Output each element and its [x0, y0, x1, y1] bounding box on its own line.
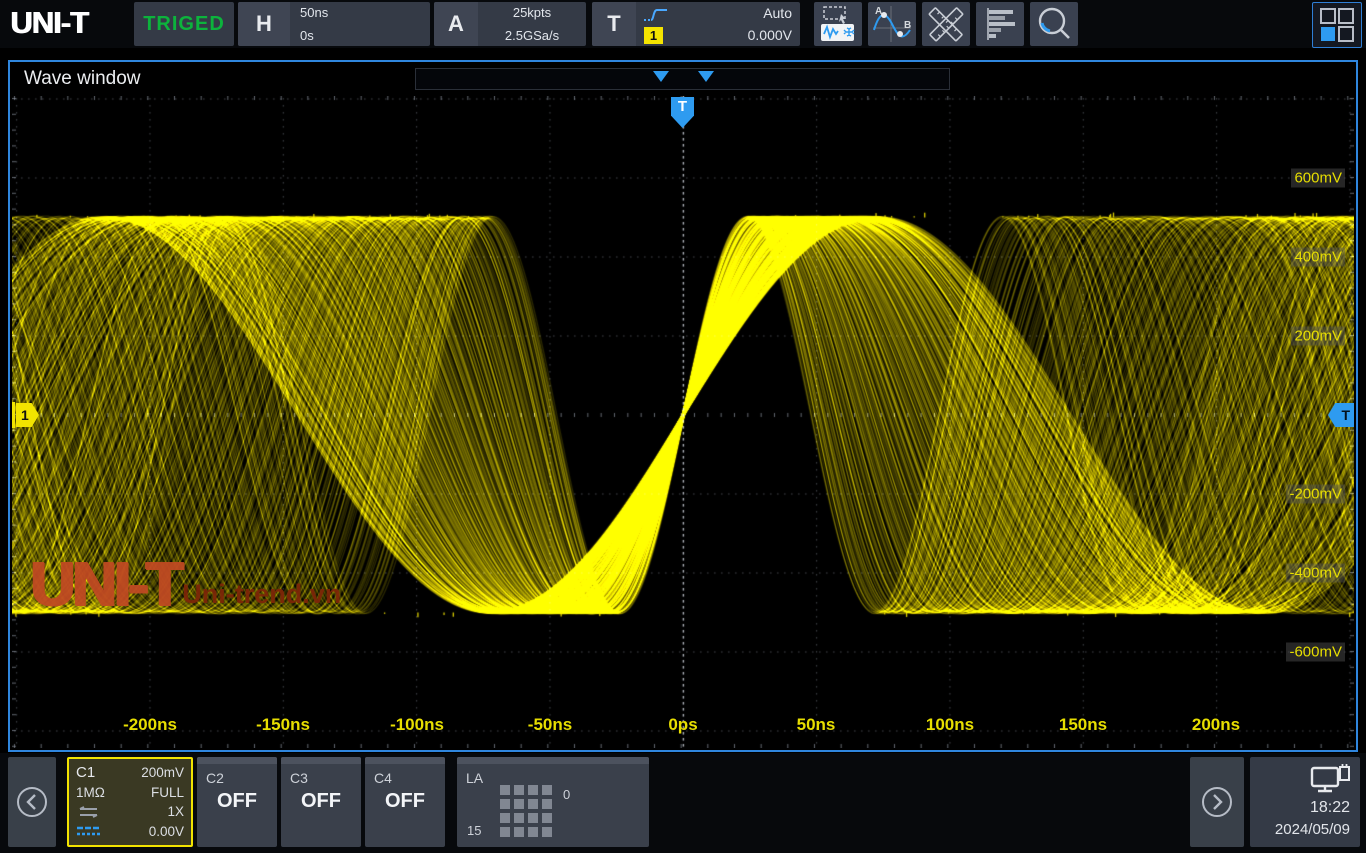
window-layout-button[interactable]	[1312, 2, 1362, 48]
graticule-area[interactable]: UNI-T Uni-trend.vn 600mV 400mV 200mV -20…	[12, 96, 1354, 748]
panel-strip	[365, 757, 445, 764]
trigger-label: T	[592, 2, 636, 46]
svg-text:B: B	[904, 20, 911, 31]
la-id: LA	[466, 770, 483, 786]
select-pan-icon	[817, 4, 859, 44]
x-axis-label: -200ns	[123, 715, 177, 735]
x-axis-label: 200ns	[1192, 715, 1240, 735]
wave-window: Wave window UNI-T Uni-trend.vn 600mV 400…	[8, 60, 1358, 752]
trigger-status-text: TRIGED	[134, 2, 234, 46]
svg-text:A: A	[875, 6, 882, 17]
channel-2-state: OFF	[197, 790, 277, 813]
wave-window-title: Wave window	[24, 68, 141, 90]
search-button[interactable]	[1030, 2, 1078, 46]
record-position-bar[interactable]	[415, 68, 950, 90]
chevron-right-icon	[1199, 784, 1235, 820]
top-status-bar: UNI-T TRIGED H 50ns 0s A 25kpts 2.5GSa/s…	[0, 0, 1366, 48]
channel-4-panel[interactable]: C4 OFF	[365, 757, 445, 847]
y-axis-label: 400mV	[1291, 248, 1345, 267]
select-pan-tool-button[interactable]	[814, 2, 862, 46]
trigger-level-value: 0.000V	[702, 27, 792, 43]
scroll-right-button[interactable]	[1190, 757, 1244, 847]
scroll-left-button[interactable]	[8, 757, 56, 847]
window-position-indicator-icon[interactable]	[698, 71, 714, 82]
measure-tool-button[interactable]	[922, 2, 970, 46]
channel-3-state: OFF	[281, 790, 361, 813]
channel-1-offset: 0.00V	[149, 824, 184, 839]
crossed-rulers-icon	[925, 4, 967, 44]
x-axis-label: 100ns	[926, 715, 974, 735]
statistics-button[interactable]	[976, 2, 1024, 46]
oscilloscope-screen: UNI-T TRIGED H 50ns 0s A 25kpts 2.5GSa/s…	[0, 0, 1366, 853]
cursor-measure-button[interactable]: A B	[868, 2, 916, 46]
watermark-logo-text: UNI-T	[30, 554, 180, 616]
horizontal-panel[interactable]: H 50ns 0s	[238, 2, 430, 46]
y-axis-label: -200mV	[1286, 485, 1345, 504]
channel-1-bandwidth: FULL	[151, 785, 184, 800]
channel-2-panel[interactable]: C2 OFF	[197, 757, 277, 847]
y-axis-label: 600mV	[1291, 169, 1345, 188]
trigger-position-indicator-icon[interactable]	[653, 71, 669, 82]
y-axis-label: -600mV	[1286, 643, 1345, 662]
chevron-left-icon	[14, 784, 50, 820]
acquire-panel[interactable]: A 25kpts 2.5GSa/s	[434, 2, 586, 46]
cursor-ab-icon: A B	[871, 4, 913, 44]
waveform-canvas[interactable]	[12, 96, 1354, 748]
histogram-bars-icon	[979, 4, 1021, 44]
window-grid-icon	[1318, 6, 1356, 44]
horizontal-label: H	[238, 2, 290, 46]
x-axis-label: 0ps	[668, 715, 697, 735]
acquire-label: A	[434, 2, 478, 46]
x-axis-label: -100ns	[390, 715, 444, 735]
system-status-panel[interactable]: 18:22 2024/05/09	[1250, 757, 1360, 847]
panel-strip	[281, 757, 361, 764]
clock-time: 18:22	[1310, 799, 1350, 817]
la-bit-grid-icon	[500, 785, 552, 837]
trigger-source-badge: 1	[644, 27, 663, 44]
la-bit-low: 15	[467, 823, 481, 838]
logic-analyzer-panel[interactable]: LA 0 15	[457, 757, 649, 847]
brand-logo: UNI-T	[10, 5, 88, 41]
search-magnifier-icon	[1033, 4, 1075, 44]
x-axis-label: -150ns	[256, 715, 310, 735]
offset-lines-icon	[76, 826, 102, 837]
channel-1-panel[interactable]: C1 200mV 1MΩ FULL 1X 0.00V	[67, 757, 193, 847]
panel-strip	[197, 757, 277, 764]
y-axis-label: 200mV	[1291, 327, 1345, 346]
channel-1-scale: 200mV	[141, 765, 184, 780]
memory-depth: 25kpts	[486, 5, 578, 20]
trigger-panel[interactable]: T 1 Auto 0.000V	[592, 2, 800, 46]
x-axis-label: 50ns	[797, 715, 836, 735]
x-axis-label: -50ns	[528, 715, 572, 735]
channel1-ground-bar	[12, 402, 15, 428]
x-axis-label: 150ns	[1059, 715, 1107, 735]
dc-coupling-icon	[76, 806, 100, 818]
y-axis-label: -400mV	[1286, 564, 1345, 583]
channel-1-impedance: 1MΩ	[76, 785, 105, 800]
bottom-channel-bar: C1 200mV 1MΩ FULL 1X 0.00V	[0, 753, 1366, 853]
channel-3-id: C3	[290, 770, 308, 786]
trigger-status-panel: TRIGED	[134, 2, 234, 46]
la-bit-high: 0	[563, 787, 570, 802]
channel-3-panel[interactable]: C3 OFF	[281, 757, 361, 847]
horizontal-scale: 50ns	[300, 5, 424, 20]
channel-1-probe: 1X	[167, 804, 184, 819]
channel-4-id: C4	[374, 770, 392, 786]
watermark-site-text: Uni-trend.vn	[182, 579, 341, 610]
trigger-sweep-mode: Auto	[702, 5, 792, 21]
clock-date: 2024/05/09	[1275, 821, 1350, 838]
rising-edge-icon	[642, 6, 670, 24]
channel-4-state: OFF	[365, 790, 445, 813]
horizontal-position: 0s	[300, 28, 424, 43]
channel-2-id: C2	[206, 770, 224, 786]
panel-strip	[457, 757, 649, 764]
sample-rate: 2.5GSa/s	[486, 28, 578, 43]
uni-t-watermark: UNI-T Uni-trend.vn	[30, 554, 341, 616]
channel-1-id: C1	[76, 764, 95, 781]
remote-device-icon	[1310, 763, 1352, 795]
